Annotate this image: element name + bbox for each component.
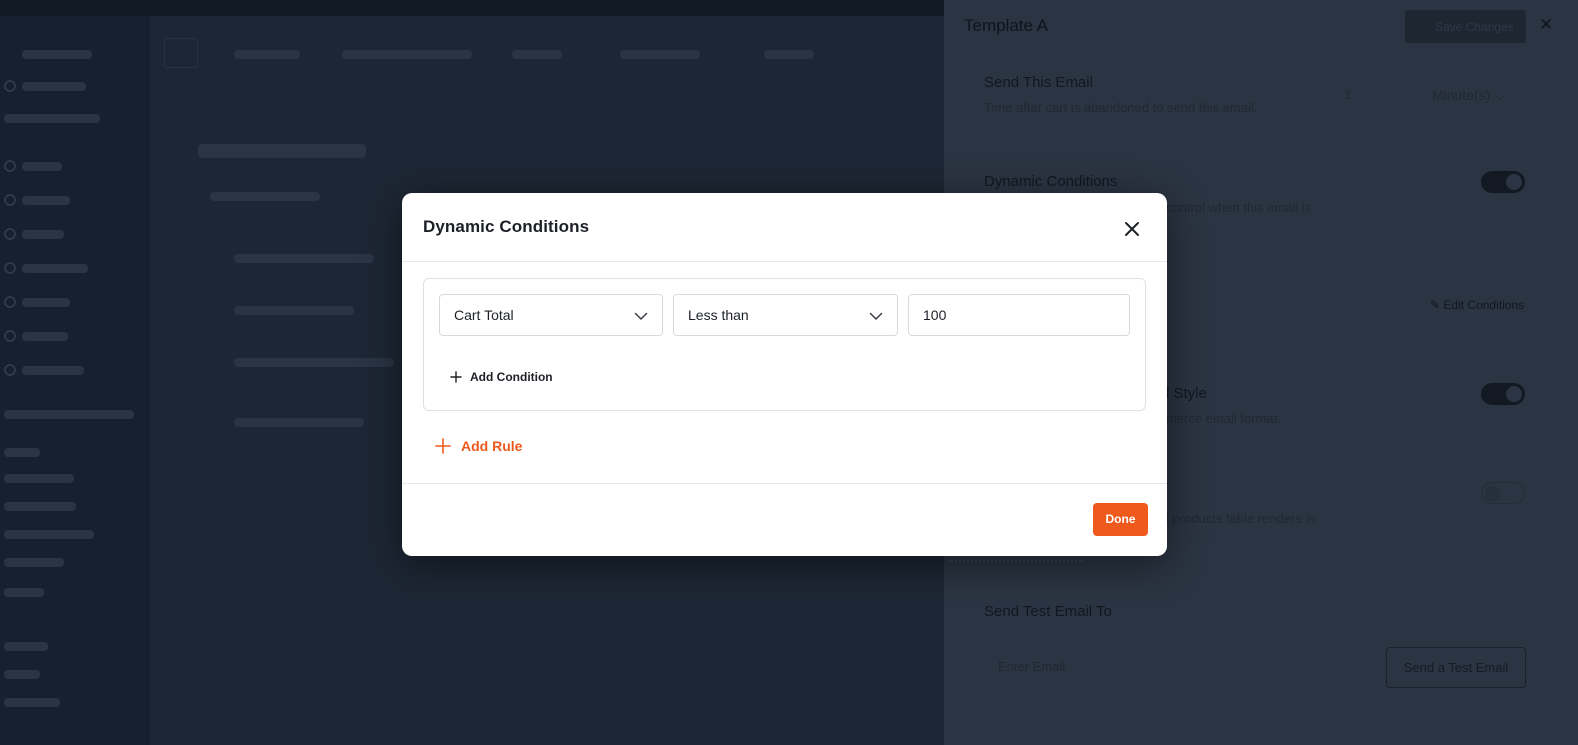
plus-icon xyxy=(450,371,462,383)
chevron-down-icon: ⌵ xyxy=(1494,87,1505,103)
operator-select-value: Less than xyxy=(688,307,749,323)
style-description: merce email format. xyxy=(1166,411,1281,426)
products-description: l products table renders in xyxy=(1166,511,1316,526)
field-select-value: Cart Total xyxy=(454,307,514,323)
close-icon[interactable] xyxy=(1121,218,1143,240)
style-heading: l Style xyxy=(1166,385,1207,402)
chevron-down-icon xyxy=(634,312,648,320)
panel-title: Template A xyxy=(964,16,1049,35)
dynamic-conditions-heading: Dynamic Conditions xyxy=(984,173,1118,190)
add-condition-label: Add Condition xyxy=(470,370,553,384)
condition-operator-select[interactable]: Less than xyxy=(673,294,898,336)
condition-value-input[interactable]: 100 xyxy=(908,294,1130,336)
panel-close-icon[interactable]: ✕ xyxy=(1539,16,1555,33)
style-toggle[interactable] xyxy=(1481,383,1525,405)
add-rule-label: Add Rule xyxy=(461,438,523,454)
dynamic-conditions-toggle[interactable] xyxy=(1481,171,1525,193)
products-toggle[interactable] xyxy=(1481,482,1525,504)
add-condition-button[interactable]: Add Condition xyxy=(450,370,553,384)
edit-conditions-link[interactable]: ✎ Edit Conditions xyxy=(1430,298,1524,312)
delay-value-input[interactable]: 1 xyxy=(1344,87,1351,102)
dynamic-conditions-modal: Dynamic Conditions Cart Total Less than … xyxy=(402,193,1167,556)
rule-group: Cart Total Less than 100 Add Condition xyxy=(423,278,1146,411)
send-test-email-button[interactable]: Send a Test Email xyxy=(1386,647,1526,688)
done-button[interactable]: Done xyxy=(1093,503,1148,536)
admin-top-bar xyxy=(0,0,944,16)
chevron-down-icon xyxy=(869,312,883,320)
delay-unit-select[interactable]: Minute(s) ⌵ xyxy=(1432,87,1505,104)
divider xyxy=(948,560,1084,562)
test-email-input[interactable]: Enter Email xyxy=(984,648,1378,686)
pencil-icon: ✎ xyxy=(1430,298,1441,312)
condition-field-select[interactable]: Cart Total xyxy=(439,294,663,336)
dynamic-conditions-description: control when this email is xyxy=(1166,200,1312,215)
modal-header: Dynamic Conditions xyxy=(402,193,1167,262)
modal-footer: Done xyxy=(402,483,1167,556)
send-email-description: Time after cart is abandoned to send thi… xyxy=(984,100,1258,115)
test-email-heading: Send Test Email To xyxy=(984,603,1112,620)
modal-title: Dynamic Conditions xyxy=(423,217,590,236)
add-rule-button[interactable]: Add Rule xyxy=(435,438,522,454)
save-changes-button[interactable]: Save Changes xyxy=(1405,10,1526,43)
send-email-heading: Send This Email xyxy=(984,74,1093,91)
admin-sidebar xyxy=(0,16,150,745)
plus-icon xyxy=(435,438,451,454)
